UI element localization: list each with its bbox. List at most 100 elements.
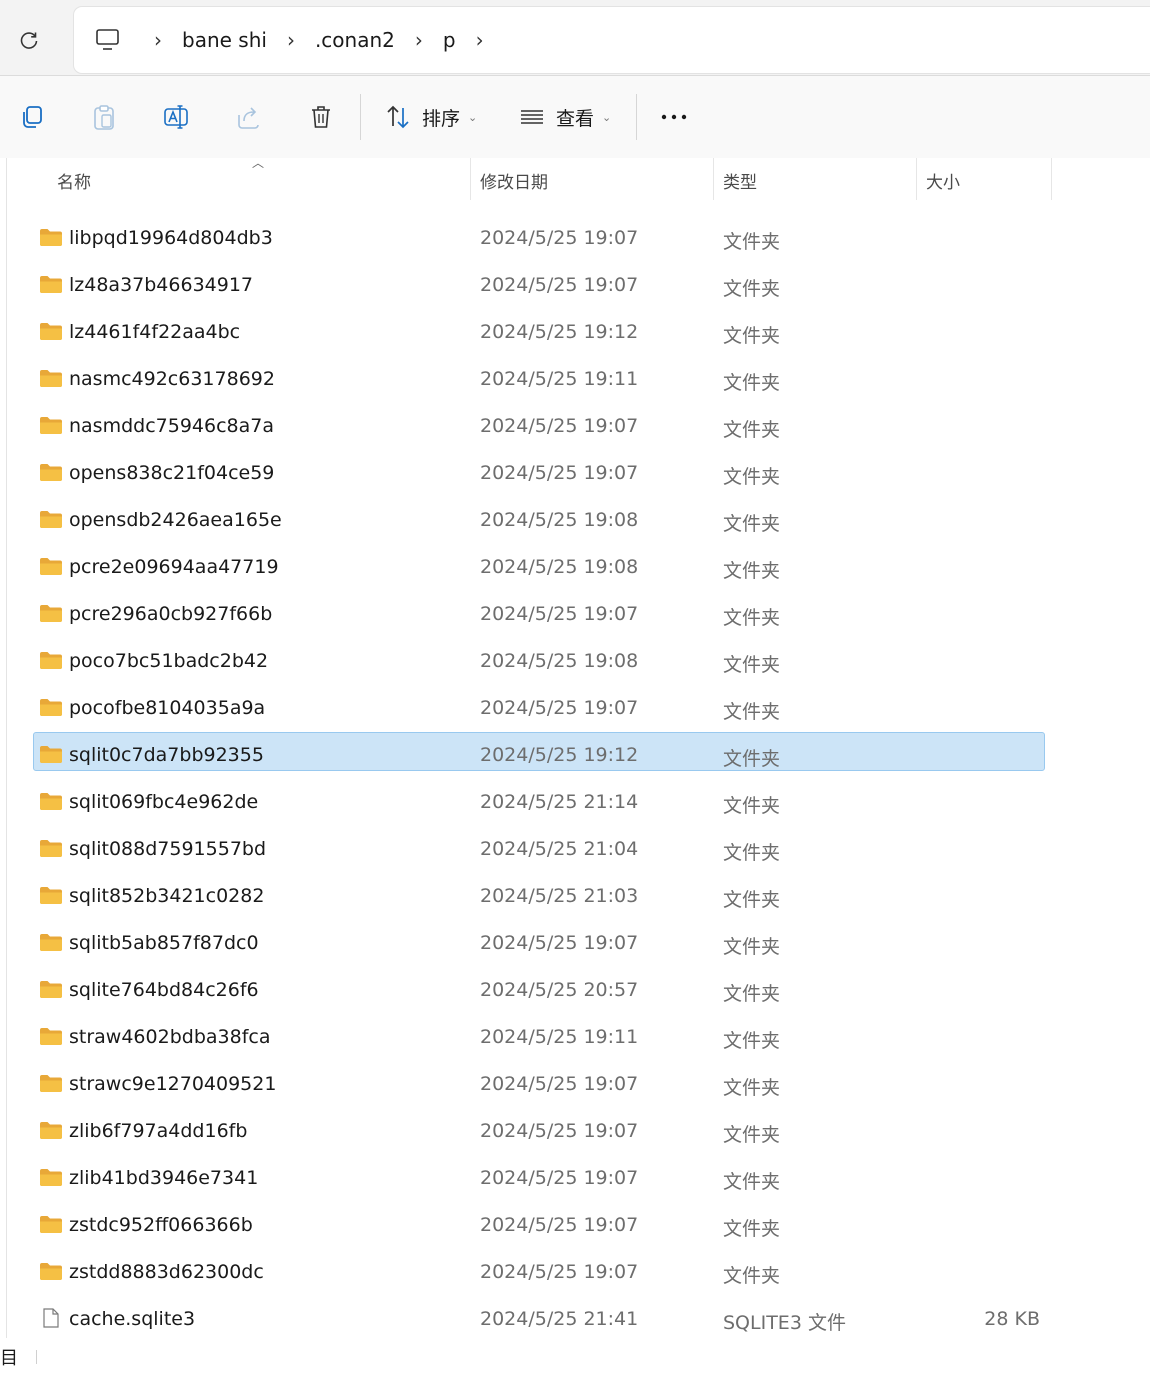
file-list-row[interactable]: zlib6f797a4dd16fb 2024/5/25 19:07 文件夹 (0, 1107, 1150, 1154)
breadcrumb-item-conan2[interactable]: .conan2 (313, 28, 397, 52)
modified-date: 2024/5/25 19:08 (480, 509, 639, 531)
file-list-row[interactable]: pcre2e09694aa47719 2024/5/25 19:08 文件夹 (0, 543, 1150, 590)
rename-icon (164, 105, 188, 129)
file-list-row[interactable]: sqlite764bd84c26f6 2024/5/25 20:57 文件夹 (0, 966, 1150, 1013)
file-name[interactable]: zlib6f797a4dd16fb (69, 1120, 247, 1142)
file-name[interactable]: libpqd19964d804db3 (69, 227, 273, 249)
paste-icon (94, 105, 114, 130)
file-list-row[interactable]: pcre296a0cb927f66b 2024/5/25 19:07 文件夹 (0, 590, 1150, 637)
file-name[interactable]: sqlitb5ab857f87dc0 (69, 932, 259, 954)
file-name[interactable]: pocofbe8104035a9a (69, 697, 265, 719)
file-list-row[interactable]: cache.sqlite3 2024/5/25 21:41 SQLITE3 文件… (0, 1295, 1150, 1342)
file-name[interactable]: lz4461f4f22aa4bc (69, 321, 240, 343)
column-divider[interactable] (470, 158, 471, 200)
column-header-type[interactable]: 类型 (723, 168, 757, 193)
modified-date: 2024/5/25 19:12 (480, 321, 639, 343)
file-name[interactable]: zstdd8883d62300dc (69, 1261, 264, 1283)
file-type: 文件夹 (723, 701, 781, 723)
column-divider[interactable] (713, 158, 714, 200)
column-divider[interactable] (1051, 158, 1052, 200)
column-header-name[interactable]: 名称 (57, 168, 91, 193)
file-name[interactable]: nasmddc75946c8a7a (69, 415, 274, 437)
file-list-row[interactable]: libpqd19964d804db3 2024/5/25 19:07 文件夹 (0, 214, 1150, 261)
file-type: 文件夹 (723, 936, 781, 958)
column-divider[interactable] (916, 158, 917, 200)
file-name[interactable]: nasmc492c63178692 (69, 368, 275, 390)
breadcrumb-item-p[interactable]: p (441, 28, 458, 52)
file-name[interactable]: zstdc952ff066366b (69, 1214, 253, 1236)
file-type: 文件夹 (723, 513, 781, 535)
status-text: 目 (0, 1348, 18, 1369)
file-name[interactable]: sqlit852b3421c0282 (69, 885, 264, 907)
folder-icon (40, 1169, 62, 1186)
computer-icon[interactable] (80, 28, 136, 52)
more-options-button[interactable] (660, 98, 690, 136)
file-name[interactable]: sqlit088d7591557bd (69, 838, 266, 860)
file-name[interactable]: sqlit0c7da7bb92355 (69, 744, 264, 766)
file-name[interactable]: strawc9e1270409521 (69, 1073, 276, 1095)
file-list-row[interactable]: sqlit088d7591557bd 2024/5/25 21:04 文件夹 (0, 825, 1150, 872)
breadcrumb-item-user[interactable]: bane shi (180, 28, 269, 52)
file-type: 文件夹 (723, 748, 781, 770)
file-list-row[interactable]: zstdd8883d62300dc 2024/5/25 19:07 文件夹 (0, 1248, 1150, 1295)
share-button[interactable] (235, 98, 263, 136)
file-list-row[interactable]: sqlit0c7da7bb92355 2024/5/25 19:12 文件夹 (0, 731, 1150, 778)
folder-icon (40, 1263, 62, 1280)
column-header-date[interactable]: 修改日期 (480, 168, 548, 193)
breadcrumb-chevron[interactable]: › (136, 28, 180, 52)
file-list-row[interactable]: zlib41bd3946e7341 2024/5/25 19:07 文件夹 (0, 1154, 1150, 1201)
file-name[interactable]: zlib41bd3946e7341 (69, 1167, 258, 1189)
file-list-row[interactable]: pocofbe8104035a9a 2024/5/25 19:07 文件夹 (0, 684, 1150, 731)
sort-button[interactable]: 排序 ⌄ (384, 98, 477, 136)
refresh-button[interactable] (14, 26, 44, 56)
file-list-row[interactable]: opensdb2426aea165e 2024/5/25 19:08 文件夹 (0, 496, 1150, 543)
folder-icon (40, 511, 62, 528)
breadcrumb-chevron[interactable]: › (397, 28, 441, 52)
modified-date: 2024/5/25 21:41 (480, 1308, 639, 1330)
breadcrumb-chevron[interactable]: › (458, 28, 502, 52)
file-list-row[interactable]: sqlit852b3421c0282 2024/5/25 21:03 文件夹 (0, 872, 1150, 919)
file-list-row[interactable]: sqlit069fbc4e962de 2024/5/25 21:14 文件夹 (0, 778, 1150, 825)
folder-icon (40, 793, 62, 810)
more-icon (661, 114, 687, 120)
file-type: 文件夹 (723, 1124, 781, 1146)
file-list-row[interactable]: nasmc492c63178692 2024/5/25 19:11 文件夹 (0, 355, 1150, 402)
file-type: 文件夹 (723, 372, 781, 394)
folder-icon (40, 1075, 62, 1092)
status-divider (36, 1350, 37, 1364)
file-name[interactable]: poco7bc51badc2b42 (69, 650, 268, 672)
copy-button[interactable] (18, 98, 46, 136)
file-list-row[interactable]: poco7bc51badc2b42 2024/5/25 19:08 文件夹 (0, 637, 1150, 684)
paste-button[interactable] (90, 98, 118, 136)
file-type: 文件夹 (723, 231, 781, 253)
file-list-row[interactable]: nasmddc75946c8a7a 2024/5/25 19:07 文件夹 (0, 402, 1150, 449)
file-name[interactable]: lz48a37b46634917 (69, 274, 253, 296)
file-list-row[interactable]: zstdc952ff066366b 2024/5/25 19:07 文件夹 (0, 1201, 1150, 1248)
folder-icon (40, 464, 62, 481)
file-list-row[interactable]: strawc9e1270409521 2024/5/25 19:07 文件夹 (0, 1060, 1150, 1107)
toolbar-separator (636, 94, 637, 140)
rename-button[interactable] (162, 98, 190, 136)
file-name[interactable]: sqlite764bd84c26f6 (69, 979, 259, 1001)
file-name[interactable]: pcre296a0cb927f66b (69, 603, 272, 625)
delete-button[interactable] (307, 98, 335, 136)
file-list-row[interactable]: sqlitb5ab857f87dc0 2024/5/25 19:07 文件夹 (0, 919, 1150, 966)
file-name[interactable]: pcre2e09694aa47719 (69, 556, 279, 578)
file-list-row[interactable]: lz4461f4f22aa4bc 2024/5/25 19:12 文件夹 (0, 308, 1150, 355)
file-list-row[interactable]: straw4602bdba38fca 2024/5/25 19:11 文件夹 (0, 1013, 1150, 1060)
breadcrumb-chevron[interactable]: › (269, 28, 313, 52)
column-header-size[interactable]: 大小 (926, 168, 960, 193)
file-name[interactable]: opensdb2426aea165e (69, 509, 282, 531)
file-name[interactable]: sqlit069fbc4e962de (69, 791, 258, 813)
modified-date: 2024/5/25 19:07 (480, 603, 639, 625)
file-name[interactable]: straw4602bdba38fca (69, 1026, 270, 1048)
view-button[interactable]: 查看 ⌄ (518, 98, 611, 136)
file-list-row[interactable]: lz48a37b46634917 2024/5/25 19:07 文件夹 (0, 261, 1150, 308)
file-name[interactable]: opens838c21f04ce59 (69, 462, 274, 484)
file-list-row[interactable]: opens838c21f04ce59 2024/5/25 19:07 文件夹 (0, 449, 1150, 496)
sort-label: 排序 (422, 107, 461, 130)
breadcrumb[interactable]: › bane shi › .conan2 › p › (74, 7, 1150, 73)
file-name[interactable]: cache.sqlite3 (69, 1308, 195, 1330)
folder-icon (40, 1216, 62, 1233)
refresh-icon (20, 32, 38, 49)
